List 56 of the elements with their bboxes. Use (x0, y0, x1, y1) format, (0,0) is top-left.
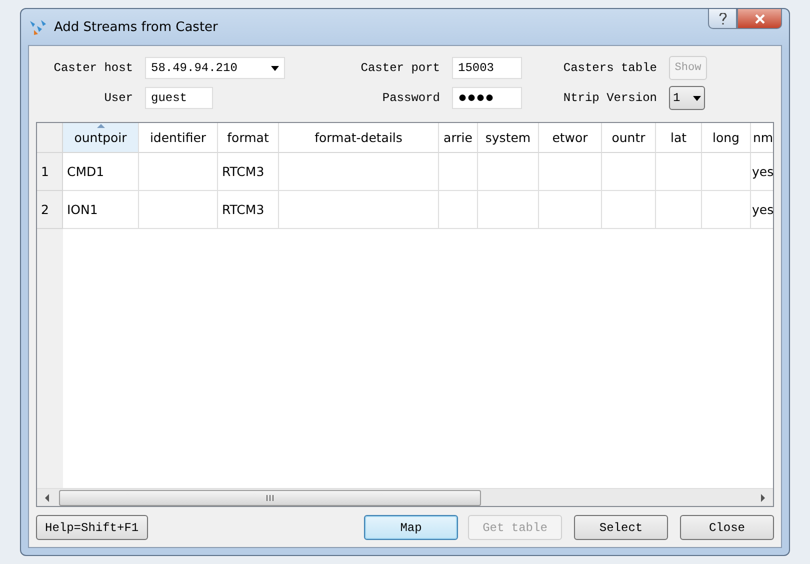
column-header[interactable]: ountr (602, 123, 656, 153)
port-field[interactable]: 15003 (452, 57, 522, 79)
field-label: Password (381, 91, 441, 105)
column-header[interactable]: ountpoir (63, 123, 139, 153)
column-header[interactable]: format (218, 123, 279, 153)
column-header[interactable]: identifier (139, 123, 218, 153)
column-header[interactable]: format-details (279, 123, 439, 153)
version-dropdown[interactable]: 1 (669, 86, 705, 110)
table-cell (478, 191, 539, 229)
table-cell: RTCM3 (218, 191, 279, 229)
column-header[interactable]: system (478, 123, 539, 153)
table-cell: RTCM3 (218, 153, 279, 191)
column-header[interactable]: long (702, 123, 751, 153)
row-number: 2 (37, 191, 63, 229)
user-field[interactable]: guest (145, 87, 213, 109)
table-cell (656, 191, 702, 229)
field-label: Casters table (562, 61, 658, 75)
column-header[interactable]: etwor (539, 123, 602, 153)
table-cell (602, 153, 656, 191)
close-button[interactable] (737, 9, 782, 29)
close-icon (754, 14, 764, 24)
table-cell (656, 153, 702, 191)
table-cell: yes (751, 191, 773, 229)
app-icon (28, 18, 48, 36)
header-corner (37, 123, 63, 153)
sort-icon (96, 124, 104, 128)
grip-icon (266, 494, 274, 500)
column-header[interactable]: arrie (439, 123, 478, 153)
password-field[interactable]: ●●●● (452, 87, 522, 109)
help-button[interactable] (708, 9, 737, 29)
table-cell: yes (751, 153, 773, 191)
dialog-button[interactable]: Close (680, 515, 774, 540)
field-label: User (103, 91, 134, 105)
dialog-button[interactable]: Help=Shift+F1 (36, 515, 148, 540)
caret-icon (271, 66, 279, 70)
host-dropdown[interactable]: 58.49.94.210 (145, 57, 285, 79)
table-cell (439, 191, 478, 229)
field-label: Caster port (360, 61, 441, 75)
table-cell: CMD1 (63, 153, 139, 191)
dialog-button[interactable]: Map (364, 515, 458, 540)
table-cell: ION1 (63, 191, 139, 229)
column-header[interactable]: lat (656, 123, 702, 153)
table-cell (702, 153, 751, 191)
row-number: 1 (37, 153, 63, 191)
table-cell (702, 191, 751, 229)
window-title: Add Streams from Caster (54, 20, 218, 34)
field-label: Ntrip Version (562, 91, 658, 105)
field-label: Caster host (52, 61, 134, 75)
table-cell (602, 191, 656, 229)
table-cell (439, 153, 478, 191)
table-cell (478, 153, 539, 191)
table-cell (539, 191, 602, 229)
caret-icon (693, 96, 701, 100)
table-cell (539, 153, 602, 191)
dialog-button[interactable]: Select (574, 515, 668, 540)
help-icon (718, 12, 726, 24)
